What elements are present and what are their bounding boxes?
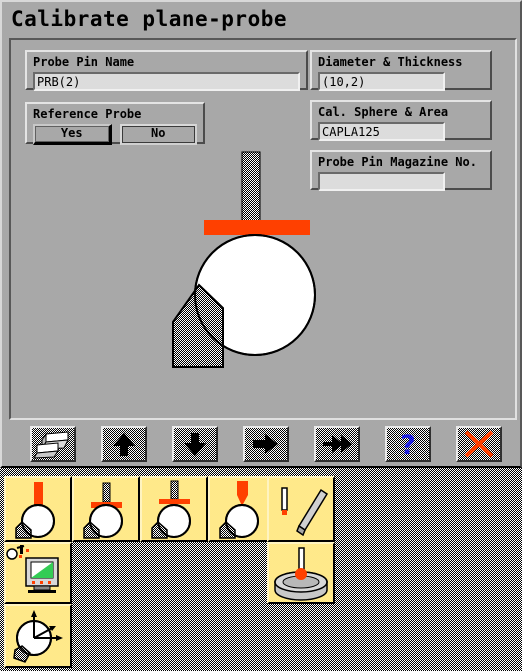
toolbar: ? — [9, 426, 517, 466]
arrow-right-button[interactable] — [243, 426, 289, 462]
probe-pin-name-group: Probe Pin Name — [25, 50, 308, 91]
cross-icon — [464, 430, 494, 458]
calibrate-plane-probe-window: Calibrate plane-probe Probe Pin Name Ref… — [0, 0, 522, 468]
arrow-up-icon — [113, 433, 135, 456]
help-button[interactable]: ? — [385, 426, 431, 462]
arrow-down-button[interactable] — [172, 426, 218, 462]
probe-shaft — [241, 151, 261, 225]
sphere-axes-button[interactable] — [4, 604, 72, 668]
probe-disc-on-sphere-button[interactable] — [72, 476, 140, 542]
plane-shapes-icon — [33, 431, 69, 459]
reference-probe-yes-button[interactable]: Yes — [33, 124, 112, 145]
probe-disc-above-sphere-icon — [151, 480, 191, 539]
probe-disc-above-sphere-button[interactable] — [140, 476, 208, 542]
probe-cone-on-sphere-icon — [219, 481, 259, 539]
arrow-up-button[interactable] — [101, 426, 147, 462]
disc-puck-probe-icon — [274, 547, 328, 601]
svg-text:?: ? — [400, 430, 416, 460]
diameter-thickness-input[interactable] — [318, 72, 445, 91]
arrow-double-right-button[interactable] — [314, 426, 360, 462]
window-titlebar: Calibrate plane-probe — [2, 2, 520, 36]
page-title: Calibrate plane-probe — [11, 7, 288, 31]
probe-cone-on-sphere-button[interactable] — [208, 476, 276, 542]
question-mark-icon: ? — [400, 430, 416, 460]
arrow-right-icon — [253, 434, 278, 454]
plane-probe-disc — [204, 220, 310, 235]
probe-pin-name-input[interactable] — [33, 72, 300, 91]
probe-angled-bar-button[interactable] — [267, 476, 335, 542]
probe-angled-bar-icon — [281, 487, 329, 537]
arrow-down-icon — [184, 433, 206, 456]
diameter-thickness-group: Diameter & Thickness — [310, 50, 492, 91]
probe-bar-on-sphere-icon — [15, 482, 55, 539]
monitor-graph-button[interactable] — [4, 542, 72, 604]
probe-disc-on-sphere-icon — [83, 482, 123, 539]
disc-puck-probe-button[interactable] — [267, 542, 335, 604]
probe-pin-name-label: Probe Pin Name — [33, 55, 135, 69]
plane-shapes-button[interactable] — [30, 426, 76, 462]
probe-bar-on-sphere-button[interactable] — [4, 476, 72, 542]
window-client-area: Probe Pin Name Reference Probe Yes No Di… — [9, 38, 517, 420]
monitor-graph-icon — [6, 545, 59, 593]
plane-probe-calibration-diagram — [131, 110, 371, 410]
cancel-button[interactable] — [456, 426, 502, 462]
sphere-axes-icon — [13, 610, 63, 663]
arrow-double-right-icon — [323, 435, 352, 453]
icon-palette — [0, 470, 522, 671]
diameter-thickness-label: Diameter & Thickness — [318, 55, 463, 69]
